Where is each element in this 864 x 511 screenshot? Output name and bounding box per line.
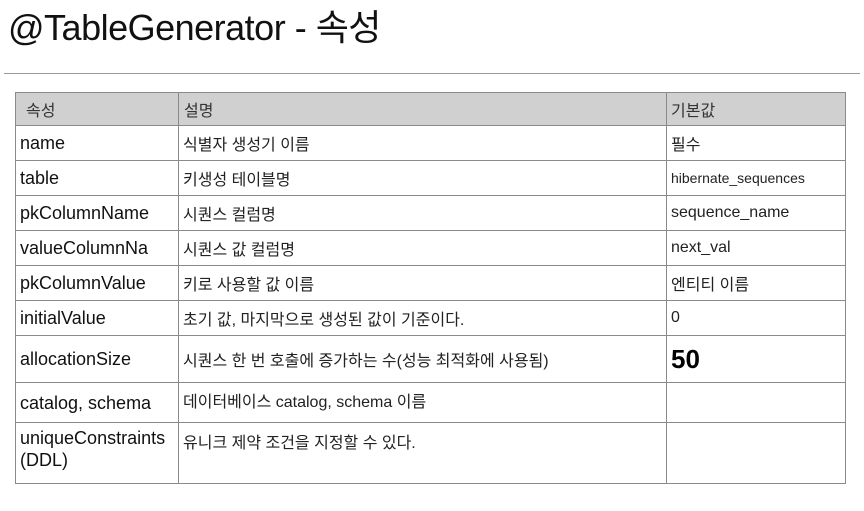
table-row: name 식별자 생성기 이름 필수 <box>15 125 846 161</box>
attribute-name: initialValue <box>15 300 179 336</box>
table-row: table 키생성 테이블명 hibernate_sequences <box>15 160 846 196</box>
attribute-description: 데이터베이스 catalog, schema 이름 <box>178 382 667 423</box>
header-description: 설명 <box>178 92 667 126</box>
attribute-description: 시퀀스 한 번 호출에 증가하는 수(성능 최적화에 사용됨) <box>178 335 667 383</box>
attribute-default: 엔티티 이름 <box>666 265 846 301</box>
attribute-default: sequence_name <box>666 195 846 231</box>
title-divider <box>4 73 860 74</box>
table-row: valueColumnNa 시퀀스 값 컬럼명 next_val <box>15 230 846 266</box>
attribute-default <box>666 382 846 423</box>
attribute-default <box>666 422 846 484</box>
attribute-default: 필수 <box>666 125 846 161</box>
attribute-default: 0 <box>666 300 846 336</box>
attribute-description: 식별자 생성기 이름 <box>178 125 667 161</box>
table-row: initialValue 초기 값, 마지막으로 생성된 값이 기준이다. 0 <box>15 300 846 336</box>
table-row: uniqueConstraints(DDL) 유니크 제약 조건을 지정할 수 … <box>15 422 846 484</box>
attribute-name: pkColumnValue <box>15 265 179 301</box>
attribute-default: next_val <box>666 230 846 266</box>
header-attribute: 속성 <box>15 92 179 126</box>
attribute-name: pkColumnName <box>15 195 179 231</box>
attribute-name: table <box>15 160 179 196</box>
table-row: catalog, schema 데이터베이스 catalog, schema 이… <box>15 382 846 423</box>
attribute-name: catalog, schema <box>15 382 179 423</box>
attribute-description: 초기 값, 마지막으로 생성된 값이 기준이다. <box>178 300 667 336</box>
attribute-description: 시퀀스 값 컬럼명 <box>178 230 667 266</box>
properties-table: 속성 설명 기본값 name 식별자 생성기 이름 필수 table 키생성 테… <box>15 92 846 484</box>
table-row: allocationSize 시퀀스 한 번 호출에 증가하는 수(성능 최적화… <box>15 335 846 383</box>
attribute-name: name <box>15 125 179 161</box>
page-title: @TableGenerator - 속성 <box>8 7 381 48</box>
attribute-name: uniqueConstraints(DDL) <box>15 422 179 484</box>
table-row: pkColumnName 시퀀스 컬럼명 sequence_name <box>15 195 846 231</box>
attribute-description: 키로 사용할 값 이름 <box>178 265 667 301</box>
attribute-description: 키생성 테이블명 <box>178 160 667 196</box>
attribute-name: allocationSize <box>15 335 179 383</box>
attribute-default: hibernate_sequences <box>666 160 846 196</box>
attribute-description: 유니크 제약 조건을 지정할 수 있다. <box>178 422 667 484</box>
attribute-name: valueColumnNa <box>15 230 179 266</box>
attribute-default: 50 <box>666 335 846 383</box>
table-header-row: 속성 설명 기본값 <box>15 92 846 126</box>
attribute-description: 시퀀스 컬럼명 <box>178 195 667 231</box>
table-row: pkColumnValue 키로 사용할 값 이름 엔티티 이름 <box>15 265 846 301</box>
header-default-value: 기본값 <box>666 92 846 126</box>
